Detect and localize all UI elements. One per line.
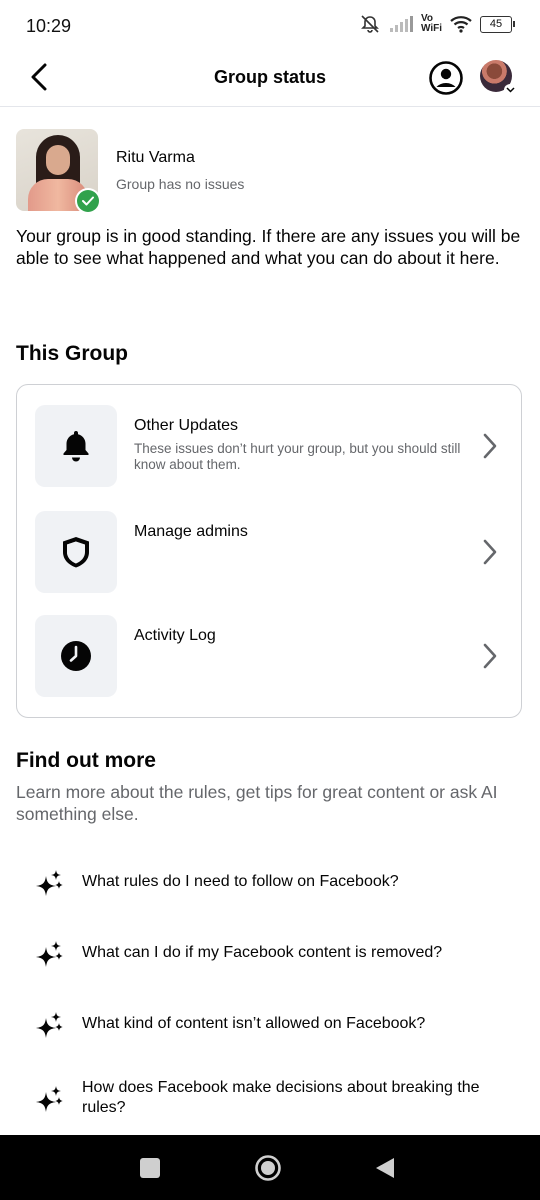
option-label: Other Updates <box>134 417 239 434</box>
profile-button[interactable] <box>428 60 464 96</box>
option-manage-admins[interactable]: Manage admins <box>35 511 505 595</box>
faq-question: What can I do if my Facebook content is … <box>82 944 443 961</box>
check-badge <box>75 188 101 214</box>
ai-sparkle-icon <box>36 1086 63 1112</box>
ai-sparkle-icon <box>36 941 63 967</box>
group-options-card: Other Updates These issues don’t hurt yo… <box>16 384 522 718</box>
option-label: Activity Log <box>134 627 216 644</box>
chevron-right-icon <box>475 537 505 567</box>
status-icons: Vo WiFi 45 <box>359 13 515 34</box>
status-time: 10:29 <box>26 16 72 36</box>
wifi-icon <box>450 16 472 33</box>
chevron-down-icon <box>504 84 516 96</box>
user-circle-icon <box>429 61 463 95</box>
bell-icon <box>63 431 89 462</box>
option-other-updates[interactable]: Other Updates These issues don’t hurt yo… <box>35 405 505 489</box>
section-title-find-out-more: Find out more <box>16 749 156 772</box>
find-out-more-description: Learn more about the rules, get tips for… <box>16 782 498 824</box>
shield-icon <box>63 537 89 568</box>
option-description: These issues don’t hurt your group, but … <box>134 441 461 472</box>
option-icon-box <box>35 511 117 593</box>
faq-question: What kind of content isn’t allowed on Fa… <box>82 1015 426 1032</box>
mute-bell-icon <box>361 15 379 33</box>
group-status-text: Group has no issues <box>116 176 245 192</box>
section-title-this-group: This Group <box>16 342 128 365</box>
option-label: Manage admins <box>134 523 248 540</box>
signal-icon <box>389 16 413 32</box>
home-circle-icon <box>255 1155 281 1181</box>
option-icon-box <box>35 615 117 697</box>
square-icon <box>140 1158 160 1178</box>
faq-question: How does Facebook make decisions about b… <box>82 1079 480 1116</box>
chevron-right-icon <box>475 641 505 671</box>
system-navigation-bar <box>0 1135 540 1200</box>
group-name: Ritu Varma <box>116 149 195 166</box>
chevron-right-icon <box>475 431 505 461</box>
recents-button[interactable] <box>135 1153 165 1183</box>
status-bar: 10:29 Vo WiFi 45 <box>0 0 540 52</box>
triangle-back-icon <box>376 1158 394 1178</box>
vowifi-label: Vo WiFi <box>420 13 442 34</box>
option-icon-box <box>35 405 117 487</box>
ai-sparkle-icon <box>36 1012 63 1038</box>
ai-sparkle-icon <box>36 870 63 896</box>
battery-indicator: 45 <box>480 15 515 33</box>
top-app-bar: Group status <box>0 52 540 107</box>
checkmark-icon <box>82 196 94 206</box>
home-button[interactable] <box>253 1153 283 1183</box>
faq-question: What rules do I need to follow on Facebo… <box>82 873 399 890</box>
account-switcher-button[interactable] <box>480 60 516 96</box>
clock-icon <box>61 641 91 671</box>
back-nav-button[interactable] <box>370 1153 400 1183</box>
standing-description: Your group is in good standing. If there… <box>16 226 521 268</box>
option-activity-log[interactable]: Activity Log <box>35 615 505 699</box>
